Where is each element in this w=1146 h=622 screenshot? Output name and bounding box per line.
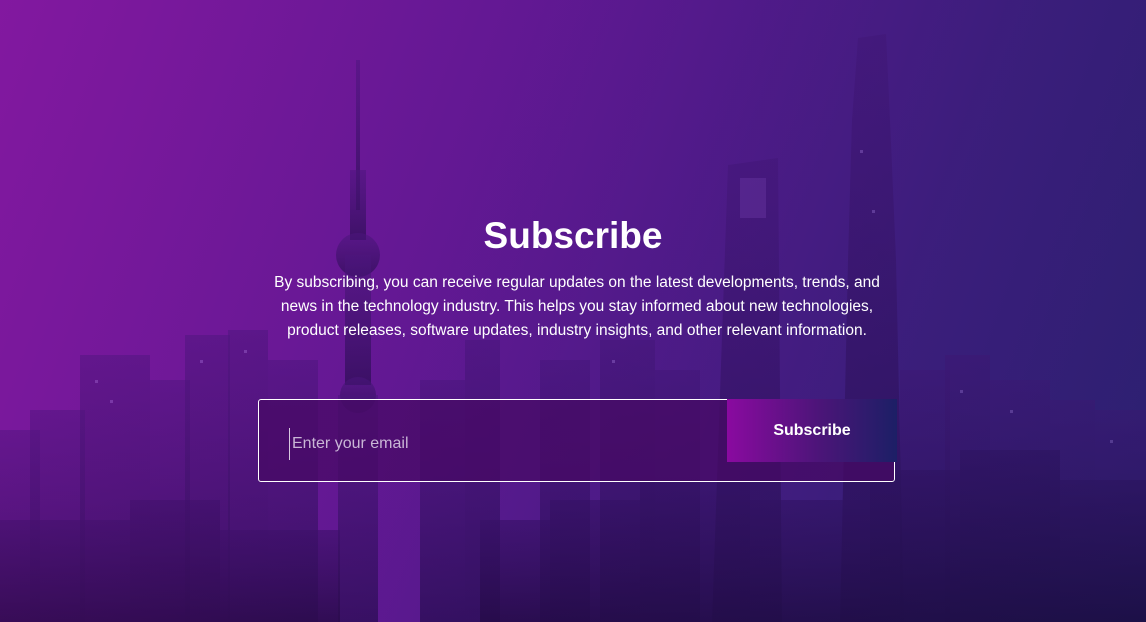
subscribe-hero-section: Subscribe By subscribing, you can receiv… xyxy=(0,0,1146,622)
subscribe-description: By subscribing, you can receive regular … xyxy=(274,274,880,339)
subscribe-form: Subscribe xyxy=(258,399,897,482)
subscribe-button[interactable]: Subscribe xyxy=(727,399,897,462)
page-title: Subscribe xyxy=(483,215,663,256)
email-input[interactable] xyxy=(289,428,714,460)
